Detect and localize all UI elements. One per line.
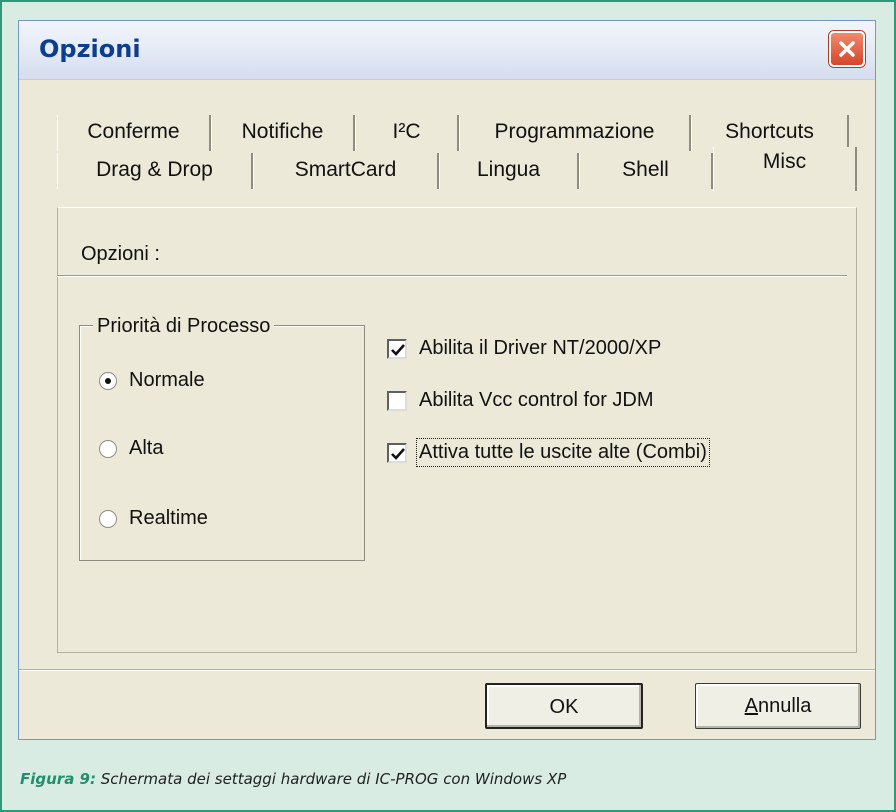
section-label: Opzioni :	[81, 243, 160, 265]
checkbox-combi[interactable]: Attiva tutte le uscite alte (Combi)	[387, 438, 710, 467]
footer-divider	[19, 669, 875, 671]
tab-misc[interactable]: Misc	[713, 147, 857, 191]
tab-i2c[interactable]: I²C	[355, 115, 459, 151]
radio-button[interactable]	[99, 509, 117, 528]
figure-caption: Figura 9: Schermata dei settaggi hardwar…	[20, 770, 566, 788]
checkbox-label-focused: Attiva tutte le uscite alte (Combi)	[416, 438, 710, 467]
caption-prefix: Figura 9:	[20, 770, 96, 788]
radio-alta[interactable]: Alta	[99, 437, 163, 460]
priority-group-label: Priorità di Processo	[93, 315, 275, 338]
close-icon	[839, 41, 855, 57]
title-bar[interactable]: Opzioni	[19, 21, 875, 80]
checkbox-checked[interactable]	[387, 338, 407, 359]
checkbox-checked[interactable]	[387, 442, 407, 463]
cancel-accelerator: A	[744, 695, 758, 717]
tab-conferme[interactable]: Conferme	[57, 115, 211, 151]
ok-button[interactable]: OK	[485, 683, 643, 729]
window-title: Opzioni	[39, 35, 141, 63]
tab-shortcuts[interactable]: Shortcuts	[691, 115, 849, 151]
tab-drag-drop[interactable]: Drag & Drop	[57, 153, 253, 189]
check-icon	[391, 447, 405, 460]
tab-shell[interactable]: Shell	[579, 153, 713, 189]
radio-realtime[interactable]: Realtime	[99, 507, 208, 530]
tab-smartcard[interactable]: SmartCard	[253, 153, 439, 189]
tab-lingua[interactable]: Lingua	[439, 153, 579, 189]
checkbox-unchecked[interactable]	[387, 390, 407, 411]
options-dialog: Opzioni Conferme Notifiche I²C Programma…	[18, 20, 876, 740]
radio-label: Alta	[129, 437, 164, 459]
radio-label: Normale	[129, 369, 205, 391]
caption-text: Schermata dei settaggi hardware di IC-PR…	[100, 770, 567, 788]
cancel-label-rest: nnulla	[757, 695, 812, 717]
radio-button[interactable]	[99, 439, 117, 458]
checkbox-vcc-jdm[interactable]: Abilita Vcc control for JDM	[387, 389, 654, 412]
checkbox-driver-nt[interactable]: Abilita il Driver NT/2000/XP	[387, 337, 661, 360]
tab-programmazione[interactable]: Programmazione	[459, 115, 691, 151]
cancel-button[interactable]: Annulla	[695, 683, 861, 729]
section-divider	[57, 275, 847, 277]
radio-button-selected[interactable]	[99, 371, 117, 390]
checkbox-label: Abilita il Driver NT/2000/XP	[419, 337, 662, 359]
radio-normale[interactable]: Normale	[99, 369, 205, 392]
radio-label: Realtime	[129, 507, 208, 529]
tab-notifiche[interactable]: Notifiche	[211, 115, 355, 151]
close-button[interactable]	[829, 31, 865, 67]
checkbox-label: Abilita Vcc control for JDM	[419, 389, 654, 411]
check-icon	[391, 343, 405, 356]
